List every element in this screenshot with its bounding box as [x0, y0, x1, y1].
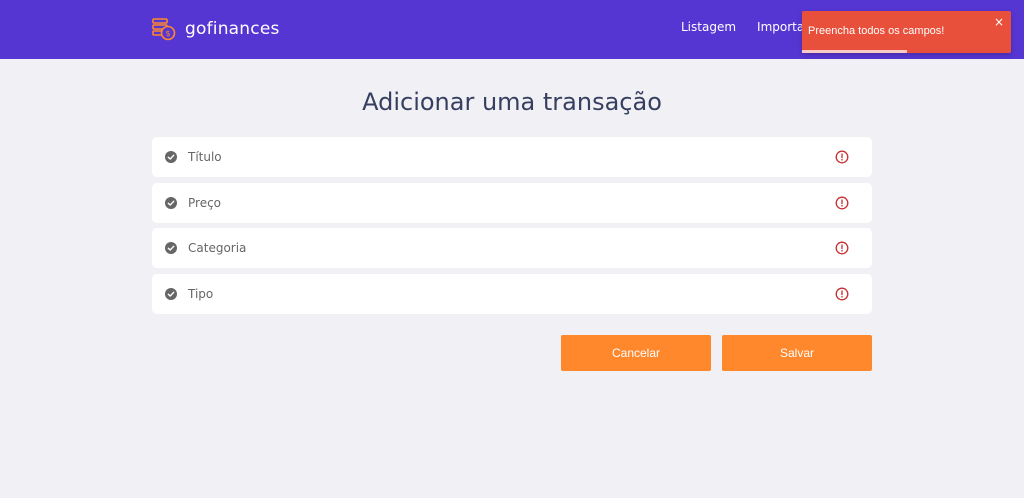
alert-circle-icon: [835, 150, 849, 164]
close-icon[interactable]: ×: [994, 15, 1004, 29]
field-placeholder: Preço: [188, 196, 222, 210]
check-circle-icon: [165, 197, 177, 209]
error-toast: Preencha todos os campos! ×: [802, 11, 1011, 53]
field-placeholder: Título: [188, 150, 222, 164]
logo[interactable]: $ gofinances: [151, 15, 280, 43]
nav-listagem[interactable]: Listagem: [681, 20, 736, 34]
svg-text:$: $: [165, 29, 170, 38]
alert-circle-icon: [835, 241, 849, 255]
toast-message: Preencha todos os campos!: [808, 25, 945, 37]
check-circle-icon: [165, 151, 177, 163]
field-placeholder: Tipo: [188, 287, 214, 301]
field-placeholder: Categoria: [188, 241, 247, 255]
brand-name: gofinances: [185, 19, 280, 39]
alert-circle-icon: [835, 287, 849, 301]
main-nav: Listagem Importar: [681, 20, 809, 34]
alert-circle-icon: [835, 196, 849, 210]
form-field[interactable]: Título: [152, 137, 872, 177]
form-field[interactable]: Tipo: [152, 274, 872, 314]
money-stack-icon: $: [152, 18, 176, 41]
check-circle-icon: [165, 242, 177, 254]
form-field[interactable]: Preço: [152, 183, 872, 223]
cancel-button[interactable]: Cancelar: [561, 335, 711, 371]
save-button[interactable]: Salvar: [722, 335, 872, 371]
form-field[interactable]: Categoria: [152, 228, 872, 268]
toast-progress-bar: [802, 50, 907, 53]
page-title: Adicionar uma transação: [362, 88, 662, 116]
check-circle-icon: [165, 288, 177, 300]
